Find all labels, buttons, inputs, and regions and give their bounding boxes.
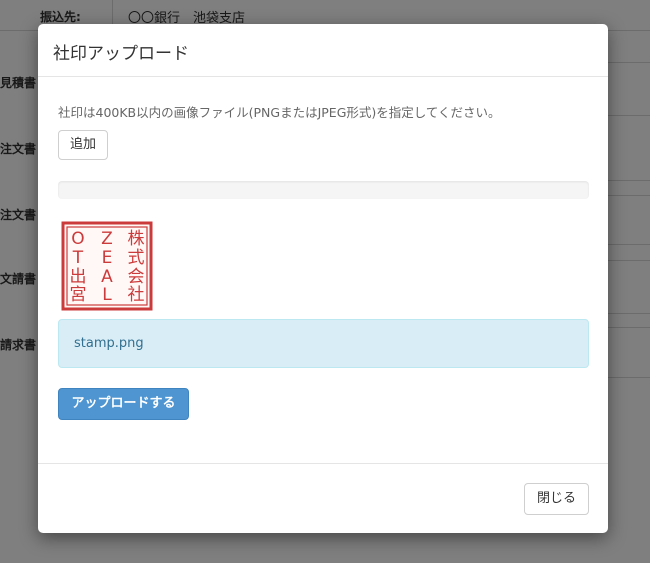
seal-character: 宮 xyxy=(70,285,87,305)
upload-progress-bar xyxy=(58,181,589,199)
modal-title: 社印アップロード xyxy=(53,44,189,64)
stamp-upload-modal: 社印アップロード 社印は400KB以内の画像ファイル(PNGまたはJPEG形式)… xyxy=(38,24,608,533)
seal-character: 会 xyxy=(128,267,145,287)
company-seal-image: 株式会社 ZEAL OT出宮 xyxy=(61,221,153,311)
selected-file-box: stamp.png xyxy=(58,319,589,368)
seal-character: 株 xyxy=(128,229,145,249)
modal-footer: 閉じる xyxy=(38,463,608,533)
help-text: 社印は400KB以内の画像ファイル(PNGまたはJPEG形式)を指定してください… xyxy=(58,105,501,120)
modal-header: 社印アップロード xyxy=(38,24,608,77)
seal-character: Z xyxy=(101,229,113,249)
upload-button[interactable]: アップロードする xyxy=(58,388,189,420)
close-button[interactable]: 閉じる xyxy=(524,483,589,515)
stamp-preview-image: 株式会社 ZEAL OT出宮 xyxy=(60,220,154,312)
seal-character: 出 xyxy=(70,267,87,287)
seal-character: T xyxy=(72,248,84,268)
seal-character: 社 xyxy=(128,285,145,305)
seal-character: O xyxy=(71,229,84,249)
selected-file-name: stamp.png xyxy=(74,336,144,351)
seal-character: A xyxy=(101,267,113,287)
seal-character: E xyxy=(102,248,113,268)
seal-character: 式 xyxy=(128,248,145,268)
seal-character: L xyxy=(102,285,112,305)
add-file-button[interactable]: 追加 xyxy=(58,130,108,160)
